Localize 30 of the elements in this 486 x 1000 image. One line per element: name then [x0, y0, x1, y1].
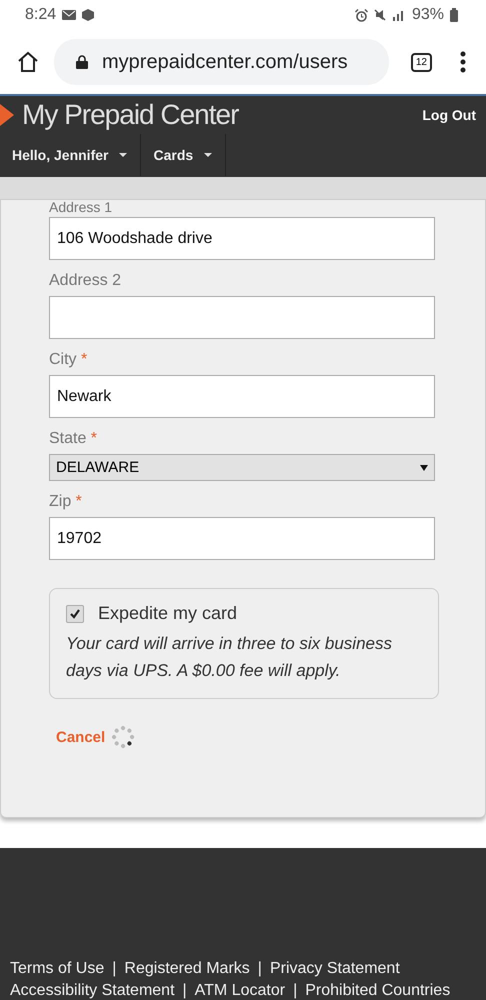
footer-link[interactable]: Accessibility Statement: [10, 982, 175, 1000]
address-bar[interactable]: myprepaidcenter.com/users: [54, 39, 389, 85]
tab-count-button[interactable]: 12: [410, 52, 432, 72]
log-out-link[interactable]: Log Out: [422, 107, 476, 123]
footer-link[interactable]: ATM Locator: [194, 982, 286, 1000]
footer-link[interactable]: Prohibited Countries: [305, 982, 450, 1000]
field-label: Zip *: [49, 493, 83, 511]
field-label: Address 1: [49, 200, 114, 215]
footer-link[interactable]: Registered Marks: [124, 960, 250, 978]
field-label: City *: [49, 351, 88, 369]
nav-dropdown[interactable]: Cards: [141, 134, 226, 176]
link-separator: |: [293, 982, 298, 1000]
link-separator: |: [182, 982, 187, 1000]
battery-percent: 93%: [412, 6, 444, 24]
field-label: State *: [49, 430, 98, 448]
text-input-field[interactable]: 106 Woodshade drive: [49, 217, 435, 260]
field-label: Address 2: [49, 272, 122, 290]
footer-link[interactable]: Terms of Use: [10, 960, 104, 978]
state-select[interactable]: DELAWARE: [49, 454, 435, 481]
footer-link[interactable]: Privacy Statement: [270, 960, 400, 978]
checkbox-label: Expedite my card: [98, 603, 238, 624]
status-time: 8:24: [25, 6, 56, 24]
url-text: myprepaidcenter.com/users: [102, 50, 348, 74]
nav-dropdown[interactable]: Hello, Jennifer: [0, 134, 142, 176]
link-separator: |: [112, 960, 116, 978]
link-separator: |: [258, 960, 262, 978]
text-input-field[interactable]: 19702: [49, 517, 435, 560]
site-logo[interactable]: My Prepaid Center: [22, 99, 238, 131]
text-input-field[interactable]: Newark: [49, 375, 435, 418]
shipping-note: Your card will arrive in three to six business days via UPS. A $0.00 fee will apply.: [66, 633, 393, 682]
